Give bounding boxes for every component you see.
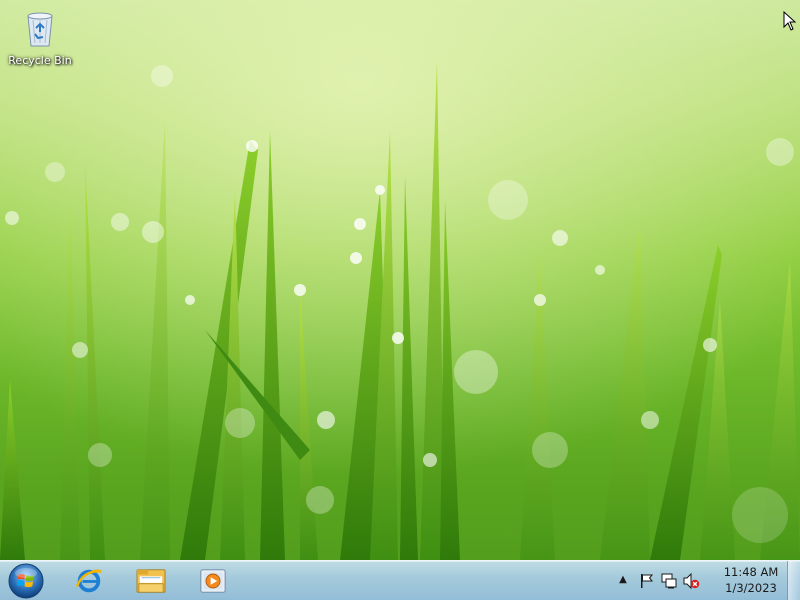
desktop[interactable]: Recycle Bin ▲ 11:48 AM 1/3/2023 <box>0 0 800 600</box>
chevron-up-icon[interactable]: ▲ <box>617 573 629 587</box>
desktop-icon-recycle-bin[interactable]: Recycle Bin <box>4 6 76 76</box>
media-player-icon <box>200 569 226 593</box>
mouse-cursor-icon <box>783 11 797 31</box>
taskbar: ▲ 11:48 AM 1/3/2023 <box>0 560 800 600</box>
taskbar-pin-file-explorer[interactable] <box>124 563 178 599</box>
action-center-flag-icon[interactable] <box>638 572 656 590</box>
taskbar-pin-media-player[interactable] <box>186 563 240 599</box>
wallpaper-image <box>0 0 800 560</box>
clock-date: 1/3/2023 <box>725 581 777 595</box>
recycle-bin-label: Recycle Bin <box>8 54 72 67</box>
network-icon[interactable] <box>660 572 678 590</box>
show-desktop-button[interactable] <box>787 561 800 600</box>
taskbar-clock[interactable]: 11:48 AM 1/3/2023 <box>706 564 796 598</box>
taskbar-pin-internet-explorer[interactable] <box>62 563 116 599</box>
internet-explorer-icon <box>75 569 102 593</box>
file-explorer-icon <box>136 569 166 593</box>
system-tray: ▲ 11:48 AM 1/3/2023 <box>610 561 800 600</box>
recycle-bin-icon <box>27 12 53 47</box>
start-button[interactable] <box>6 562 46 600</box>
volume-muted-icon[interactable] <box>682 572 700 590</box>
clock-time: 11:48 AM <box>723 565 779 579</box>
windows-start-orb-icon <box>8 563 44 599</box>
